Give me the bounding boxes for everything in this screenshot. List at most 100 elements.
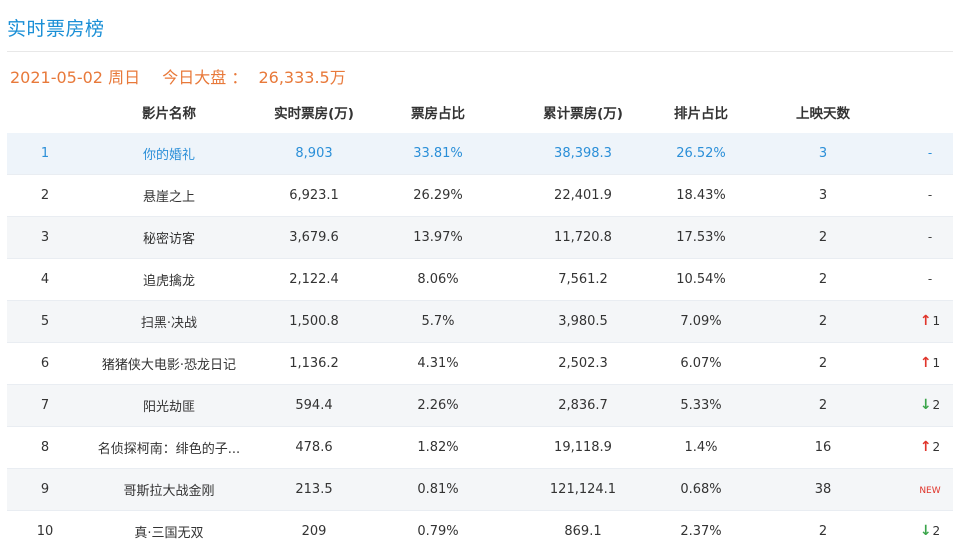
table-row[interactable]: 6 猪猪侠大电影·恐龙日记 1,136.2 4.31% 2,502.3 6.07% 2 ↑ 1 — [7, 343, 953, 385]
header-realtime-box: 实时票房(万) — [274, 106, 354, 122]
table-row[interactable]: 1 你的婚礼 8,903 33.81% 38,398.3 26.52% 3 - — [7, 133, 953, 175]
rank-change: ↓ 2 — [920, 398, 940, 412]
no-change-dash: - — [927, 188, 933, 202]
schedule-share-cell: 17.53% — [676, 230, 726, 245]
total-box-cell: 2,502.3 — [558, 356, 608, 371]
realtime-box-cell: 478.6 — [295, 440, 333, 455]
arrow-up-icon: ↑ — [919, 356, 932, 371]
box-share-cell: 4.31% — [417, 356, 459, 371]
schedule-share-cell: 10.54% — [676, 272, 726, 287]
rank-change: - — [928, 272, 932, 286]
rank-change: ↓ 2 — [920, 524, 940, 538]
table-row[interactable]: 2 悬崖之上 6,923.1 26.29% 22,401.9 18.43% 3 - — [7, 175, 953, 217]
movie-name-cell[interactable]: 名侦探柯南：绯色的子... — [83, 438, 255, 457]
table-row[interactable]: 7 阳光劫匪 594.4 2.26% 2,836.7 5.33% 2 ↓ 2 — [7, 385, 953, 427]
arrow-up-icon: ↑ — [919, 440, 932, 455]
rank-change: ↑ 2 — [920, 440, 940, 454]
realtime-box-cell: 6,923.1 — [289, 188, 339, 203]
rank-change-value: 1 — [932, 314, 941, 328]
days-cell: 16 — [814, 440, 832, 455]
days-cell: 2 — [818, 230, 828, 245]
realtime-box-cell: 209 — [301, 524, 327, 539]
date-text: 2021-05-02 — [10, 68, 103, 87]
movie-name-cell[interactable]: 猪猪侠大电影·恐龙日记 — [83, 354, 255, 373]
days-cell: 2 — [818, 524, 828, 539]
rank-change: ↑ 1 — [920, 356, 940, 370]
total-box-cell: 869.1 — [564, 524, 602, 539]
no-change-dash: - — [927, 230, 933, 244]
days-cell: 3 — [818, 188, 828, 203]
realtime-box-cell: 1,136.2 — [289, 356, 339, 371]
movie-name-cell[interactable]: 追虎擒龙 — [83, 270, 255, 289]
table-row[interactable]: 4 追虎擒龙 2,122.4 8.06% 7,561.2 10.54% 2 - — [7, 259, 953, 301]
rank-cell: 2 — [40, 188, 50, 203]
rank-cell: 10 — [36, 524, 54, 539]
table-row[interactable]: 8 名侦探柯南：绯色的子... 478.6 1.82% 19,118.9 1.4% 16 ↑ 2 — [7, 427, 953, 469]
total-label: 今日大盘 ： — [162, 68, 248, 87]
schedule-share-cell: 0.68% — [680, 482, 722, 497]
header-total-box: 累计票房(万) — [543, 106, 623, 122]
schedule-share-cell: 26.52% — [676, 146, 726, 161]
realtime-box-cell: 1,500.8 — [289, 314, 339, 329]
schedule-share-cell: 7.09% — [680, 314, 722, 329]
arrow-up-icon: ↑ — [919, 314, 932, 329]
header-schedule-share: 排片占比 — [674, 106, 728, 122]
table-header: 影片名称 实时票房(万) 票房占比 累计票房(万) 排片占比 上映天数 — [7, 91, 953, 133]
rank-change-value: 2 — [932, 440, 941, 454]
realtime-box-cell: 2,122.4 — [289, 272, 339, 287]
rank-change: - — [928, 230, 932, 244]
rank-change: - — [928, 146, 932, 160]
trend-cell: - — [907, 272, 953, 287]
total-box-cell: 121,124.1 — [549, 482, 617, 497]
no-change-dash: - — [927, 146, 933, 160]
total-box-cell: 19,118.9 — [554, 440, 612, 455]
days-cell: 2 — [818, 356, 828, 371]
movie-name-cell[interactable]: 悬崖之上 — [83, 186, 255, 205]
movie-name-cell[interactable]: 你的婚礼 — [83, 144, 255, 163]
box-office-table: 影片名称 实时票房(万) 票房占比 累计票房(万) 排片占比 上映天数 1 你的婚… — [7, 91, 953, 551]
movie-name-cell[interactable]: 真·三国无双 — [83, 522, 255, 541]
rank-change: NEW — [919, 486, 940, 496]
days-cell: 38 — [814, 482, 832, 497]
days-cell: 2 — [818, 272, 828, 287]
header-name: 影片名称 — [142, 106, 196, 122]
box-share-cell: 26.29% — [413, 188, 463, 203]
arrow-down-icon: ↓ — [919, 398, 932, 413]
box-share-cell: 2.26% — [417, 398, 459, 413]
rank-cell: 4 — [40, 272, 50, 287]
realtime-box-cell: 594.4 — [295, 398, 333, 413]
total-box-cell: 11,720.8 — [554, 230, 612, 245]
rank-cell: 9 — [40, 482, 50, 497]
rank-change: ↑ 1 — [920, 314, 940, 328]
total-box-cell: 38,398.3 — [554, 146, 612, 161]
new-badge: NEW — [919, 486, 941, 496]
table-row[interactable]: 3 秘密访客 3,679.6 13.97% 11,720.8 17.53% 2 - — [7, 217, 953, 259]
trend-cell: ↓ 2 — [907, 398, 953, 413]
schedule-share-cell: 6.07% — [680, 356, 722, 371]
rank-cell: 5 — [40, 314, 50, 329]
rank-change: - — [928, 188, 932, 202]
days-cell: 3 — [818, 146, 828, 161]
trend-cell: - — [907, 188, 953, 203]
trend-cell: - — [907, 146, 953, 161]
movie-name-cell[interactable]: 哥斯拉大战金刚 — [83, 480, 255, 499]
weekday-text: 周日 — [108, 68, 141, 87]
header-box-share: 票房占比 — [411, 106, 465, 122]
box-share-cell: 0.81% — [417, 482, 459, 497]
rank-cell: 1 — [40, 146, 50, 161]
table-row[interactable]: 5 扫黑·决战 1,500.8 5.7% 3,980.5 7.09% 2 ↑ 1 — [7, 301, 953, 343]
total-box-cell: 2,836.7 — [558, 398, 608, 413]
rank-cell: 8 — [40, 440, 50, 455]
days-cell: 2 — [818, 314, 828, 329]
table-row[interactable]: 9 哥斯拉大战金刚 213.5 0.81% 121,124.1 0.68% 38 NEW — [7, 469, 953, 511]
table-row[interactable]: 10 真·三国无双 209 0.79% 869.1 2.37% 2 ↓ 2 — [7, 511, 953, 551]
rank-cell: 7 — [40, 398, 50, 413]
trend-cell: ↑ 1 — [907, 356, 953, 371]
total-box-cell: 7,561.2 — [558, 272, 608, 287]
schedule-share-cell: 1.4% — [684, 440, 718, 455]
total-value: 26,333.5万 — [258, 68, 346, 87]
movie-name-cell[interactable]: 阳光劫匪 — [83, 396, 255, 415]
box-share-cell: 5.7% — [421, 314, 455, 329]
movie-name-cell[interactable]: 秘密访客 — [83, 228, 255, 247]
movie-name-cell[interactable]: 扫黑·决战 — [83, 312, 255, 331]
